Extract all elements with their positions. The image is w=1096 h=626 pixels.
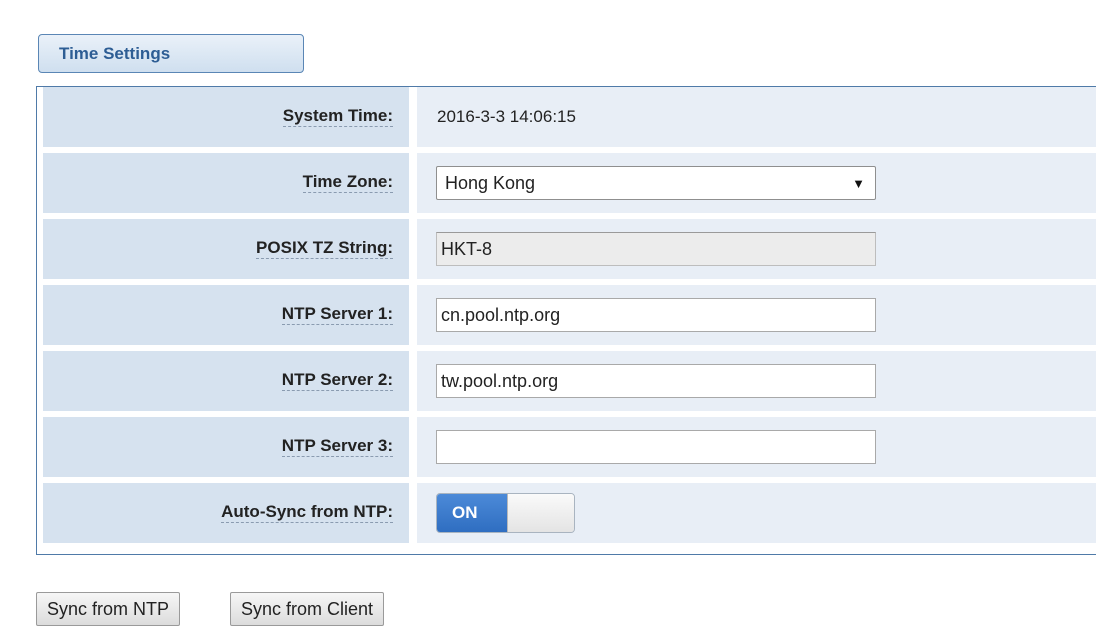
row-ntp-server-1: NTP Server 1: [43, 285, 1096, 345]
label-cell: Time Zone: [43, 153, 409, 213]
ntp-server-1-input[interactable] [436, 298, 876, 332]
label-cell: NTP Server 1: [43, 285, 409, 345]
label-cell: NTP Server 3: [43, 417, 409, 477]
time-zone-label: Time Zone: [302, 172, 393, 193]
section-tab-time-settings: Time Settings [38, 34, 304, 73]
value-cell: ON [417, 483, 1096, 543]
time-zone-selected-value: Hong Kong [445, 173, 536, 193]
row-posix-tz: POSIX TZ String: [43, 219, 1096, 279]
value-cell [417, 351, 1096, 411]
auto-sync-label: Auto-Sync from NTP: [221, 502, 393, 523]
value-cell: 2016-3-3 14:06:15 [417, 87, 1096, 147]
value-cell [417, 219, 1096, 279]
label-cell: Auto-Sync from NTP: [43, 483, 409, 543]
row-ntp-server-3: NTP Server 3: [43, 417, 1096, 477]
label-cell: NTP Server 2: [43, 351, 409, 411]
row-auto-sync: Auto-Sync from NTP: ON [43, 483, 1096, 543]
time-settings-panel: System Time: 2016-3-3 14:06:15 Time Zone… [36, 86, 1096, 555]
system-time-label: System Time: [282, 106, 393, 127]
ntp-server-1-label: NTP Server 1: [281, 304, 393, 325]
time-zone-select[interactable]: Hong Kong ▼ [436, 166, 876, 200]
ntp-server-3-label: NTP Server 3: [281, 436, 393, 457]
ntp-server-2-label: NTP Server 2: [281, 370, 393, 391]
posix-tz-label: POSIX TZ String: [256, 238, 393, 259]
row-ntp-server-2: NTP Server 2: [43, 351, 1096, 411]
posix-tz-field [436, 232, 876, 266]
auto-sync-toggle[interactable]: ON [436, 493, 575, 533]
row-system-time: System Time: 2016-3-3 14:06:15 [43, 87, 1096, 147]
label-cell: POSIX TZ String: [43, 219, 409, 279]
value-cell [417, 417, 1096, 477]
system-time-value: 2016-3-3 14:06:15 [437, 107, 576, 126]
chevron-down-icon: ▼ [852, 176, 865, 191]
label-cell: System Time: [43, 87, 409, 147]
row-time-zone: Time Zone: Hong Kong ▼ [43, 153, 1096, 213]
value-cell [417, 285, 1096, 345]
value-cell: Hong Kong ▼ [417, 153, 1096, 213]
toggle-on-label: ON [437, 494, 507, 532]
ntp-server-2-input[interactable] [436, 364, 876, 398]
ntp-server-3-input[interactable] [436, 430, 876, 464]
toggle-handle[interactable] [507, 494, 574, 532]
